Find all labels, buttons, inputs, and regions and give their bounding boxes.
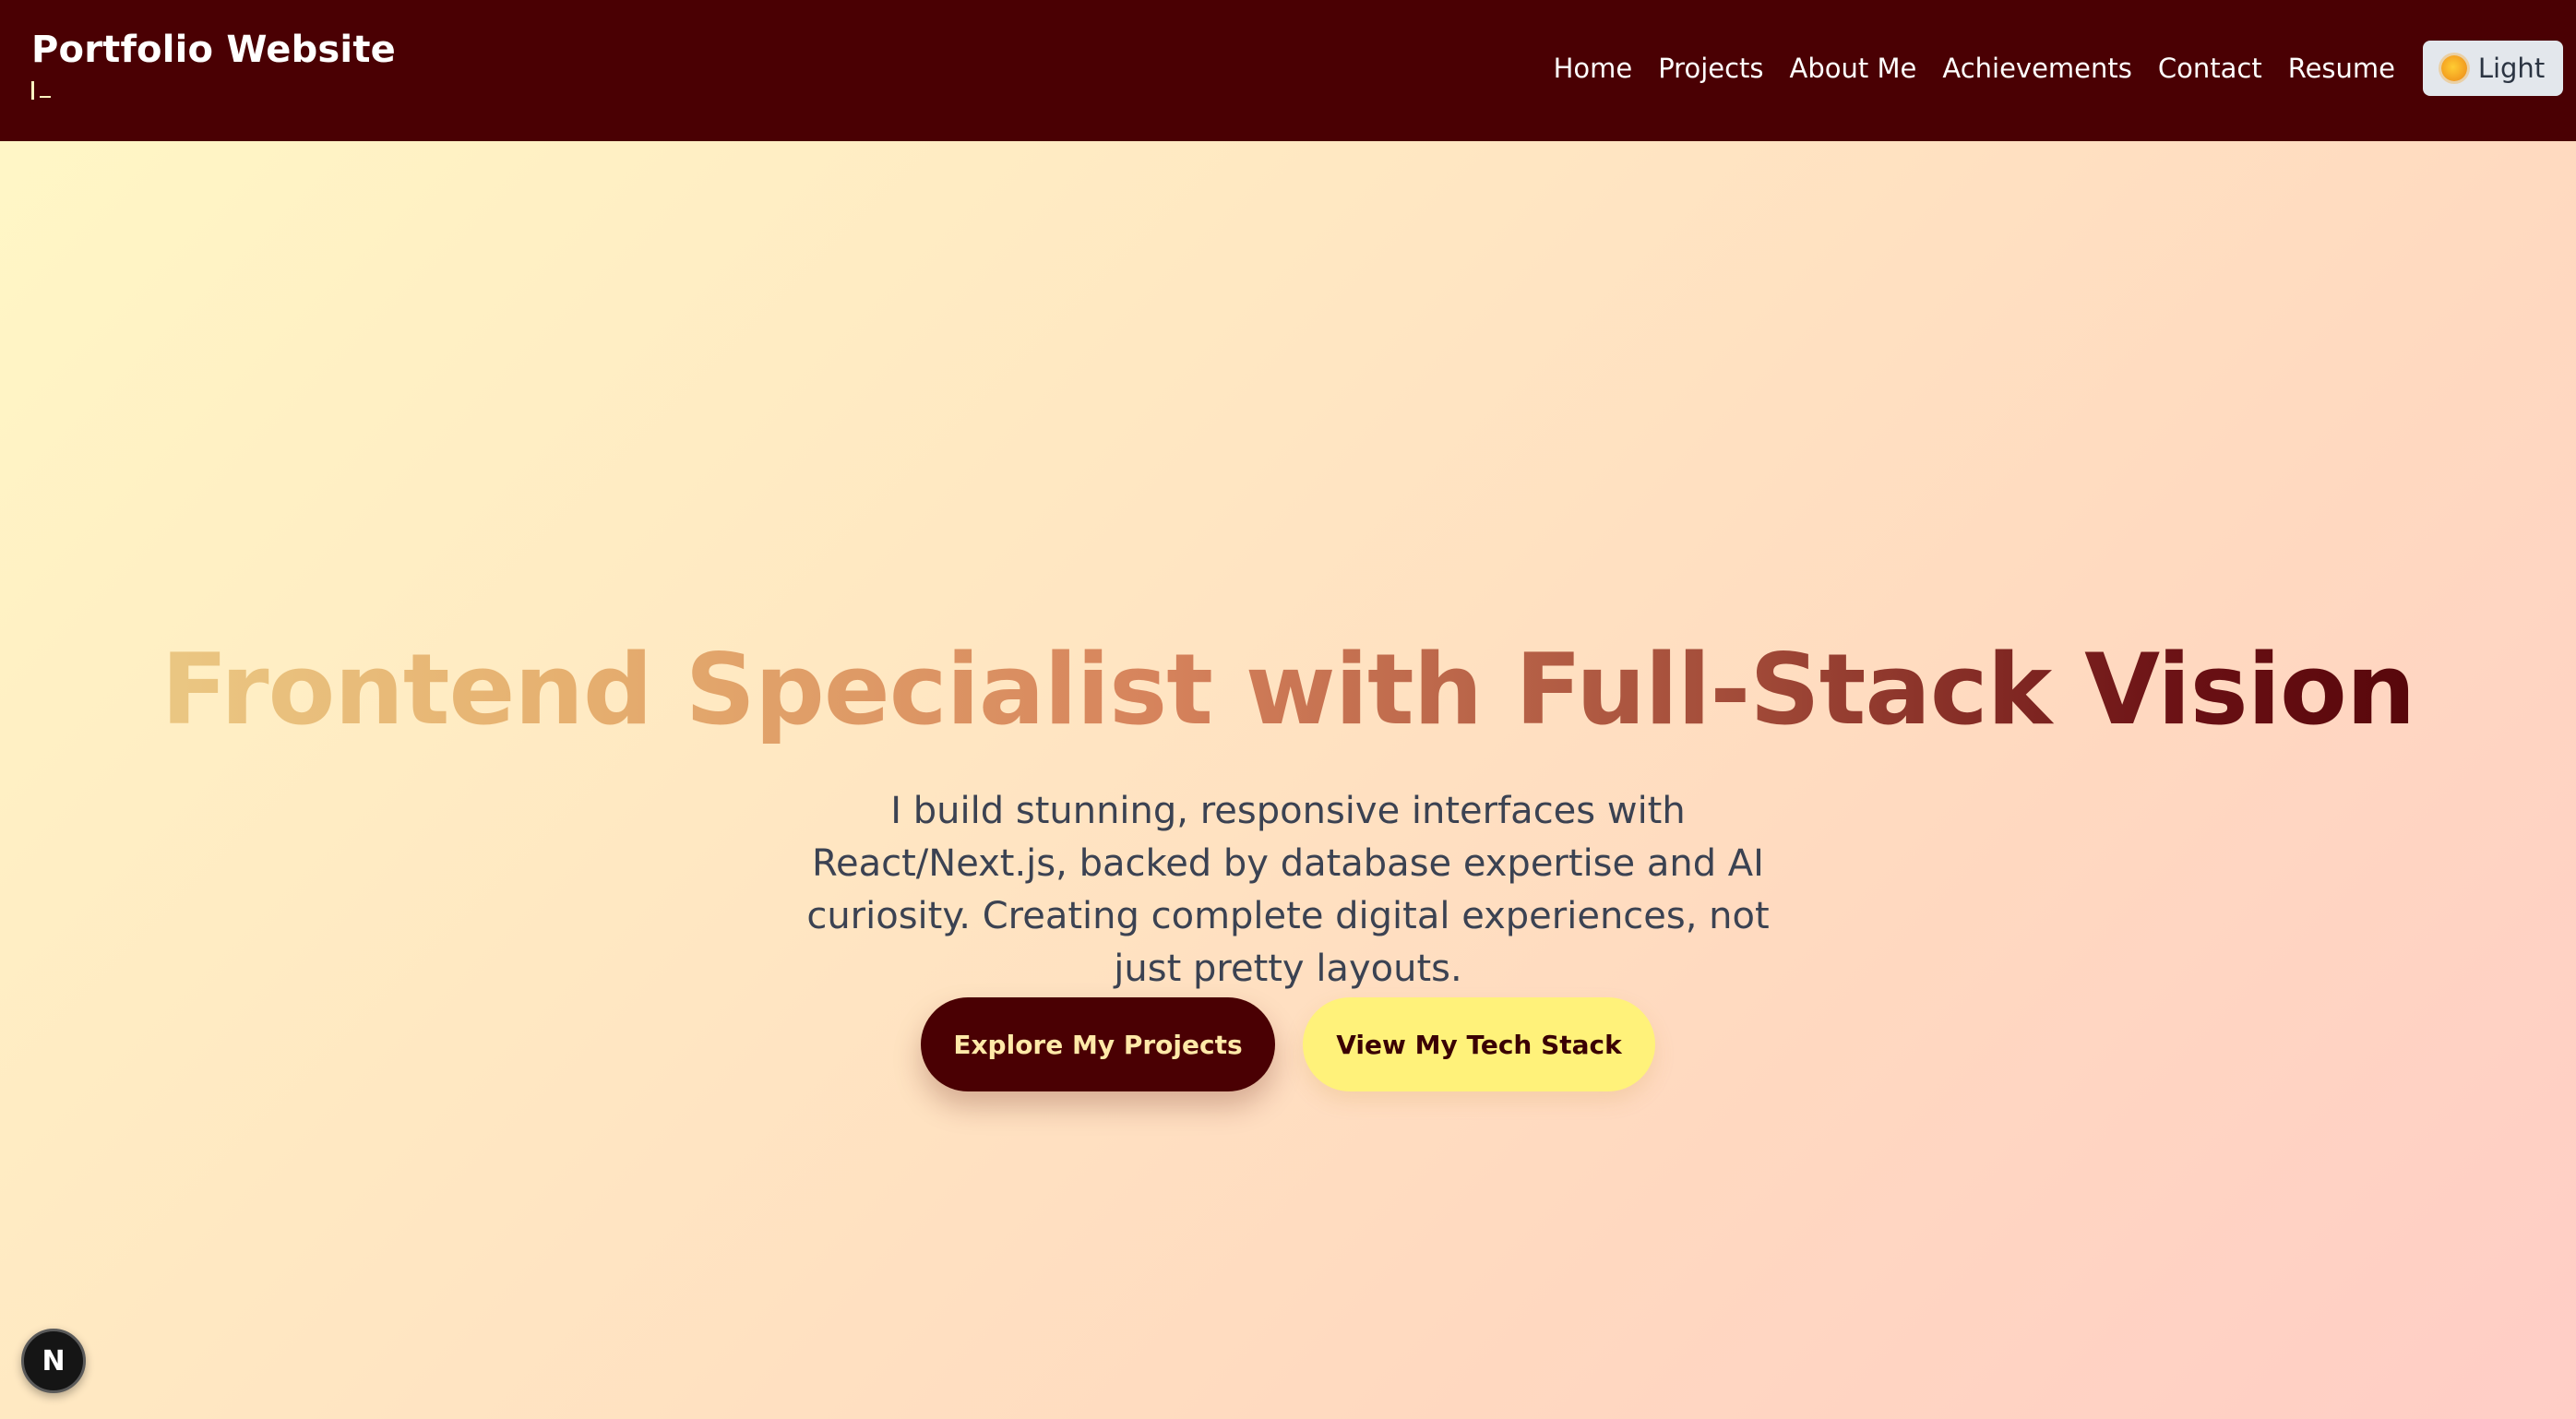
main-nav: Home Projects About Me Achievements Cont… — [1541, 41, 2563, 96]
sun-icon — [2440, 55, 2467, 81]
nav-achievements[interactable]: Achievements — [1929, 53, 2145, 84]
typing-caret — [31, 81, 34, 100]
nav-home[interactable]: Home — [1541, 53, 1646, 84]
nav-contact[interactable]: Contact — [2145, 53, 2275, 84]
nav-projects[interactable]: Projects — [1645, 53, 1776, 84]
hero-headline: Frontend Specialist with Full-Stack Visi… — [0, 630, 2576, 750]
theme-toggle-button[interactable]: Light — [2423, 41, 2563, 96]
explore-projects-button[interactable]: Explore My Projects — [921, 997, 1275, 1091]
typing-underscore — [40, 96, 51, 98]
nextjs-dev-indicator[interactable]: N — [21, 1329, 86, 1393]
typing-cursor — [31, 79, 396, 100]
brand[interactable]: Portfolio Website — [31, 24, 396, 100]
view-tech-stack-button[interactable]: View My Tech Stack — [1303, 997, 1655, 1091]
hero-subtext: I build stunning, responsive interfaces … — [806, 790, 1770, 990]
nav-resume[interactable]: Resume — [2275, 53, 2408, 84]
nextjs-icon: N — [42, 1344, 66, 1377]
cta-row: Explore My Projects View My Tech Stack — [0, 997, 2576, 1091]
site-header: Portfolio Website Home Projects About Me… — [0, 0, 2576, 141]
hero-section: Frontend Specialist with Full-Stack Visi… — [0, 141, 2576, 1419]
nav-about-me[interactable]: About Me — [1777, 53, 1930, 84]
theme-toggle-label: Light — [2477, 53, 2546, 84]
brand-title[interactable]: Portfolio Website — [31, 24, 396, 76]
